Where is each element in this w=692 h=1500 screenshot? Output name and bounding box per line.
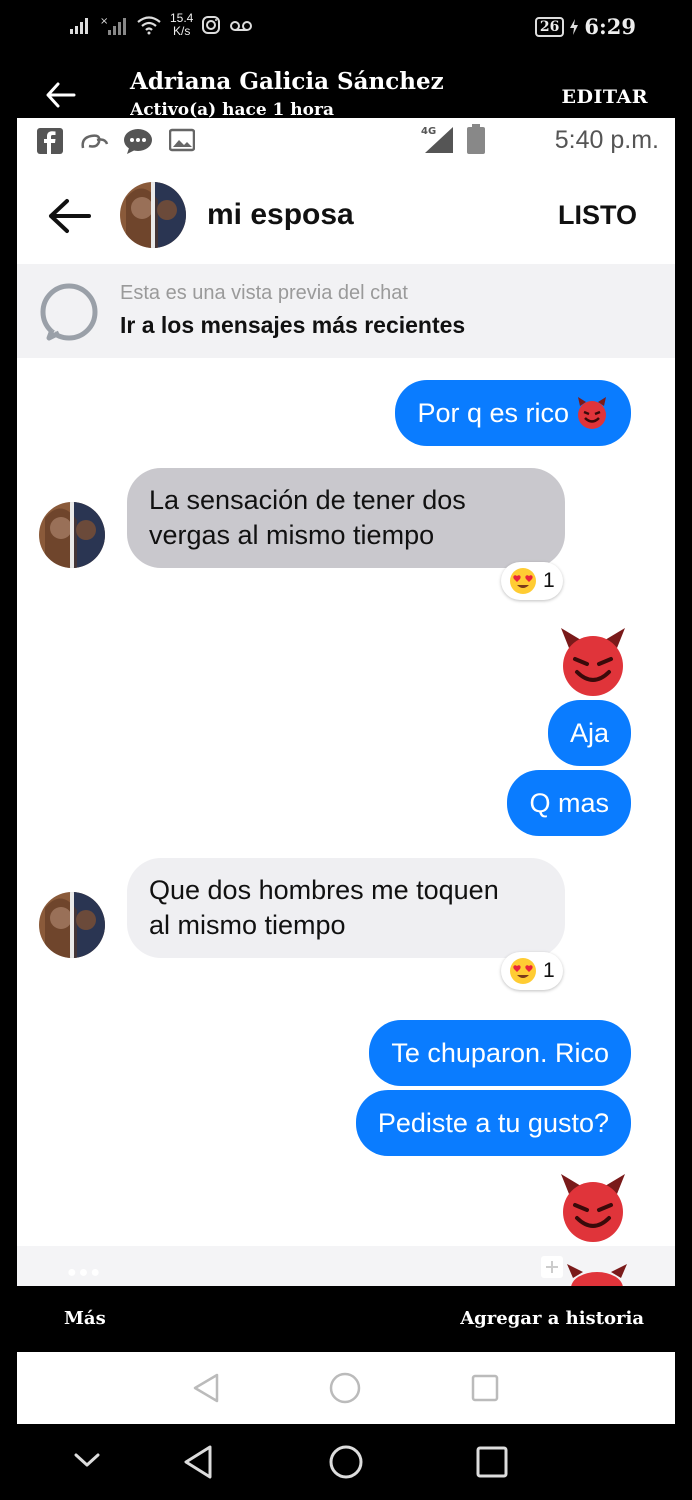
nav-home-icon	[329, 1372, 361, 1404]
inner-time: 5:40 p.m.	[554, 126, 659, 154]
edit-button[interactable]: EDITAR	[562, 86, 648, 108]
message-bubble-outgoing[interactable]: Por q es rico	[395, 380, 631, 446]
reaction-badge[interactable]: 1	[501, 952, 563, 990]
more-dots-icon[interactable]: ●●●	[67, 1264, 102, 1282]
status-left: × 15.4 K/s	[70, 12, 253, 38]
contact-name: Adriana Galicia Sánchez	[130, 68, 444, 95]
message-bubble-incoming[interactable]: Que dos hombres me toquen al mismo tiemp…	[127, 858, 565, 958]
message-text-line-2: vergas al mismo tiempo	[149, 520, 435, 550]
os-status-bar: × 15.4 K/s 26 6:29	[0, 0, 692, 56]
message-text: Te chuparon. Rico	[391, 1037, 609, 1068]
message-text: Por q es rico	[417, 397, 569, 428]
instagram-icon	[202, 16, 221, 34]
back-arrow-icon[interactable]	[44, 80, 78, 110]
charging-icon	[570, 18, 579, 35]
network-speed: 15.4 K/s	[170, 12, 193, 38]
add-icon[interactable]	[541, 1256, 563, 1278]
messenger-chat-icon	[124, 129, 152, 154]
sender-avatar[interactable]	[39, 502, 105, 568]
done-button[interactable]: LISTO	[558, 200, 637, 231]
message-bubble-outgoing[interactable]: Aja	[547, 700, 631, 766]
os-time: 6:29	[584, 14, 636, 39]
smiling-devil-emoji-icon[interactable]	[557, 1172, 629, 1244]
chat-bubble-icon	[40, 283, 98, 341]
active-status: Activo(a) hace 1 hora	[130, 100, 334, 118]
wifi-icon	[137, 16, 161, 35]
reaction-badge[interactable]: 1	[501, 562, 563, 600]
battery-icon	[467, 124, 485, 154]
message-text: Aja	[569, 717, 609, 748]
message-text-line-1: Que dos hombres me toquen	[149, 875, 499, 905]
message-text: Pediste a tu gusto?	[377, 1107, 609, 1138]
network-speed-unit: K/s	[173, 24, 191, 38]
nav-back-icon	[193, 1373, 219, 1403]
inner-navigation-bar	[17, 1352, 675, 1424]
message-bubble-outgoing[interactable]: Te chuparon. Rico	[369, 1020, 631, 1086]
sender-avatar[interactable]	[39, 892, 105, 958]
chat-header: mi esposa LISTO	[17, 172, 675, 262]
back-arrow-icon[interactable]	[47, 196, 91, 236]
status-right: 26 6:29	[534, 14, 636, 39]
back-icon[interactable]	[182, 1444, 214, 1480]
recents-icon[interactable]	[476, 1446, 508, 1478]
chevron-down-icon[interactable]	[74, 1452, 100, 1468]
battery-level: 26	[534, 16, 565, 37]
svg-text:×: ×	[100, 16, 108, 27]
facebook-icon	[37, 128, 63, 154]
network-4g-icon: 4G	[421, 126, 453, 153]
message-bubble-incoming[interactable]: La sensación de tener dos vergas al mism…	[127, 468, 565, 568]
add-to-story-button[interactable]: Agregar a historia	[460, 1308, 644, 1329]
message-text: Q mas	[529, 787, 609, 818]
story-bottom-bar: Más Agregar a historia	[0, 1286, 692, 1352]
chat-preview-banner[interactable]: Esta es una vista previa del chat Ir a l…	[17, 264, 675, 358]
os-navigation-bar	[0, 1424, 692, 1500]
smiling-devil-emoji-icon	[578, 397, 606, 429]
story-header: Adriana Galicia Sánchez Activo(a) hace 1…	[0, 56, 692, 118]
reaction-count: 1	[543, 569, 555, 592]
preview-link[interactable]: Ir a los mensajes más recientes	[120, 312, 465, 339]
preview-notice: Esta es una vista previa del chat	[120, 282, 408, 304]
gallery-icon	[169, 128, 195, 152]
more-button[interactable]: Más	[64, 1308, 106, 1329]
svg-text:4G: 4G	[421, 126, 436, 137]
nav-recents-icon	[471, 1374, 499, 1402]
reaction-count: 1	[543, 959, 555, 982]
heart-eyes-emoji-icon	[510, 568, 536, 594]
message-text-line-1: La sensación de tener dos	[149, 485, 466, 515]
home-icon[interactable]	[328, 1444, 364, 1480]
signal-icon	[70, 18, 88, 34]
alibaba-icon	[81, 134, 109, 149]
chat-title: mi esposa	[207, 198, 354, 231]
signal-no-service-icon: ×	[100, 16, 126, 35]
contact-avatar[interactable]	[120, 182, 186, 248]
devil-partial-icon	[567, 1264, 627, 1286]
message-bubble-outgoing[interactable]: Q mas	[507, 770, 631, 836]
smiling-devil-emoji-icon[interactable]	[557, 626, 629, 698]
message-text-line-2: al mismo tiempo	[149, 910, 346, 940]
inner-status-bar: 4G 5:40 p.m.	[17, 118, 675, 162]
heart-eyes-emoji-icon	[510, 958, 536, 984]
chat-screenshot: 4G 5:40 p.m. mi esposa LISTO Esta es una…	[17, 118, 675, 1286]
voicemail-icon	[230, 21, 253, 31]
message-bubble-outgoing[interactable]: Pediste a tu gusto?	[355, 1090, 631, 1156]
